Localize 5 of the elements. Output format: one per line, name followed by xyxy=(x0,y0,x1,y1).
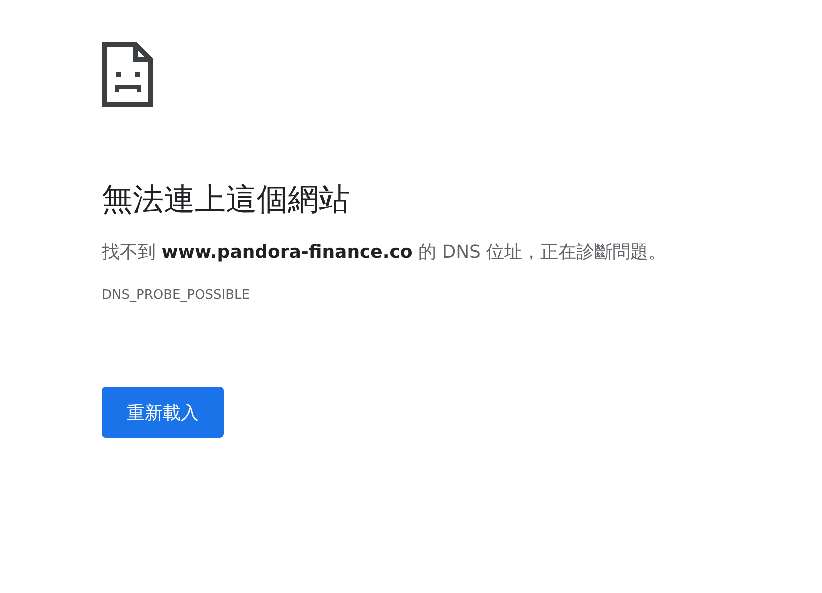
error-heading: 無法連上這個網站 xyxy=(102,181,351,220)
error-message: 找不到 www.pandora-finance.co 的 DNS 位址，正在診斷問題。 xyxy=(102,241,668,264)
reload-button[interactable]: 重新載入 xyxy=(102,387,224,438)
sad-page-icon xyxy=(102,42,154,108)
error-code: DNS_PROBE_POSSIBLE xyxy=(102,288,252,304)
